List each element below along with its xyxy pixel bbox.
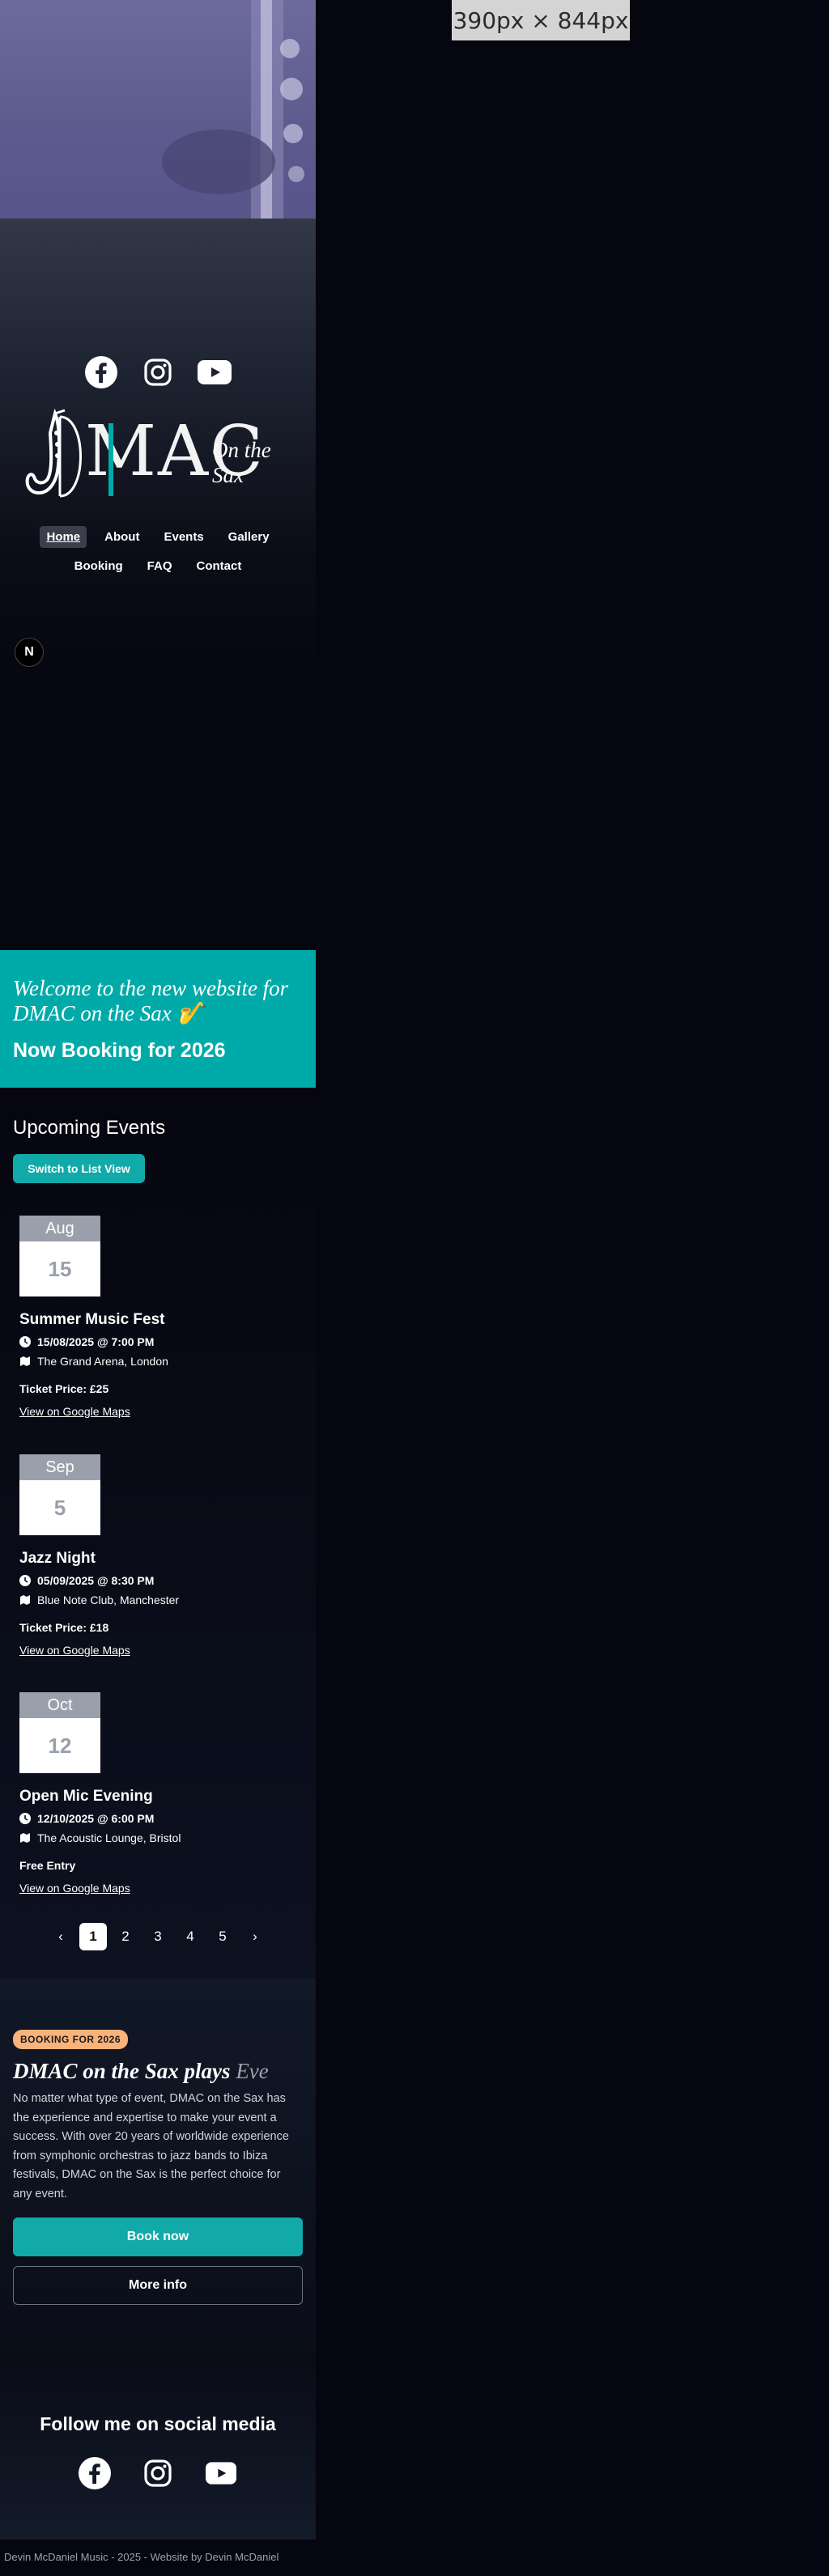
event-name: Open Mic Evening	[19, 1788, 153, 1805]
google-maps-link[interactable]: View on Google Maps	[19, 1644, 130, 1657]
more-info-button[interactable]: More info	[13, 2266, 303, 2305]
event-month: Sep	[19, 1454, 100, 1480]
event-day: 5	[53, 1495, 66, 1520]
pagination-page-3[interactable]: 3	[144, 1923, 172, 1950]
logo-subtitle: On the Sax	[212, 438, 271, 487]
nav-events[interactable]: Events	[157, 526, 210, 548]
event-month: Oct	[19, 1692, 100, 1718]
social-links-top	[0, 354, 316, 390]
event-price: Ticket Price: £25	[19, 1382, 109, 1395]
pagination-page-1[interactable]: 1	[79, 1923, 107, 1950]
map-icon	[20, 1595, 30, 1605]
event-venue: Blue Note Club, Manchester	[37, 1594, 180, 1606]
map-icon	[20, 1356, 30, 1366]
event-name: Summer Music Fest	[19, 1311, 165, 1328]
booking-title: DMAC on the Sax plays Eve	[13, 2059, 269, 2084]
pagination-page-4[interactable]: 4	[176, 1923, 204, 1950]
nav-contact[interactable]: Contact	[190, 555, 249, 577]
nav-about[interactable]: About	[98, 526, 146, 548]
logo-d-letter	[58, 415, 82, 498]
viewport-size-label: 390px × 844px	[452, 0, 630, 40]
event-card: Oct 12 Open Mic Evening 12/10/2025 @ 6:0…	[19, 1692, 303, 1896]
social-media-section: Follow me on social media	[0, 2366, 316, 2540]
pagination-prev[interactable]: ‹	[47, 1923, 74, 1950]
hero-image	[0, 0, 316, 219]
events-title: Upcoming Events	[13, 1117, 166, 1139]
event-venue-row: Blue Note Club, Manchester	[19, 1594, 303, 1606]
pagination-page-2[interactable]: 2	[112, 1923, 139, 1950]
event-datetime: 12/10/2025 @ 6:00 PM	[37, 1812, 155, 1825]
event-name: Jazz Night	[19, 1550, 96, 1567]
clock-icon	[19, 1336, 31, 1347]
event-datetime-row: 15/08/2025 @ 7:00 PM	[19, 1335, 303, 1348]
nav-home[interactable]: Home	[40, 526, 87, 548]
youtube-icon[interactable]	[203, 2455, 239, 2491]
instagram-icon[interactable]	[140, 2455, 176, 2491]
saxophone-photo	[162, 0, 304, 219]
event-date-calendar: Aug 15	[19, 1216, 100, 1296]
switch-to-list-view-button[interactable]: Switch to List View	[13, 1154, 145, 1183]
event-price: Ticket Price: £18	[19, 1621, 109, 1634]
event-card: Sep 5 Jazz Night 05/09/2025 @ 8:30 PM Bl…	[19, 1454, 303, 1658]
nav-gallery[interactable]: Gallery	[222, 526, 276, 548]
event-day: 15	[48, 1256, 72, 1281]
footer-credit: Devin McDaniel Music - 2025 - Website by…	[4, 2551, 279, 2563]
event-day: 12	[48, 1733, 72, 1758]
dev-tools-badge[interactable]: N	[15, 638, 44, 667]
event-venue: The Grand Arena, London	[37, 1355, 168, 1368]
upcoming-events-section: Upcoming Events Switch to List View Aug …	[0, 1088, 316, 1978]
main-nav-row-1: Home About Events Gallery	[0, 526, 316, 548]
instagram-icon[interactable]	[140, 354, 176, 390]
event-datetime-row: 12/10/2025 @ 6:00 PM	[19, 1812, 303, 1825]
map-icon	[20, 1833, 30, 1843]
welcome-title: Welcome to the new website for DMAC on t…	[13, 976, 289, 1025]
pagination-page-5[interactable]: 5	[209, 1923, 236, 1950]
facebook-icon[interactable]	[83, 354, 119, 390]
nav-faq[interactable]: FAQ	[141, 555, 179, 577]
nav-booking[interactable]: Booking	[68, 555, 130, 577]
booking-section: BOOKING FOR 2026 DMAC on the Sax plays E…	[0, 1978, 316, 2366]
events-pagination: ‹ 1 2 3 4 5 ›	[0, 1923, 316, 1950]
site-logo[interactable]: MAC On the Sax	[24, 409, 295, 506]
pagination-next[interactable]: ›	[241, 1923, 269, 1950]
clock-icon	[19, 1575, 31, 1586]
clock-icon	[19, 1813, 31, 1824]
logo-accent-stripe	[108, 423, 113, 496]
booking-year-badge: BOOKING FOR 2026	[13, 2030, 129, 2049]
booking-title-main: DMAC on the Sax plays	[13, 2059, 231, 2083]
event-venue-row: The Grand Arena, London	[19, 1355, 303, 1368]
event-date-calendar: Oct 12	[19, 1692, 100, 1773]
event-month: Aug	[19, 1216, 100, 1241]
main-nav-row-2: Booking FAQ Contact	[0, 555, 316, 577]
event-datetime: 15/08/2025 @ 7:00 PM	[37, 1335, 155, 1348]
book-now-button[interactable]: Book now	[13, 2217, 303, 2256]
facebook-icon[interactable]	[77, 2455, 113, 2491]
google-maps-link[interactable]: View on Google Maps	[19, 1882, 130, 1895]
follow-social-title: Follow me on social media	[40, 2413, 276, 2434]
event-price: Free Entry	[19, 1859, 76, 1872]
site-footer: Devin McDaniel Music - 2025 - Website by…	[0, 2540, 316, 2576]
social-links-bottom	[0, 2455, 316, 2491]
google-maps-link[interactable]: View on Google Maps	[19, 1405, 130, 1418]
booking-description: No matter what type of event, DMAC on th…	[13, 2092, 289, 2200]
event-venue-row: The Acoustic Lounge, Bristol	[19, 1831, 303, 1844]
event-datetime: 05/09/2025 @ 8:30 PM	[37, 1574, 155, 1587]
booking-title-rotating-word: Eve	[236, 2059, 269, 2083]
now-booking-text: Now Booking for 2026	[13, 1039, 226, 1062]
event-venue: The Acoustic Lounge, Bristol	[37, 1831, 181, 1844]
youtube-icon[interactable]	[197, 354, 232, 390]
event-card: Aug 15 Summer Music Fest 15/08/2025 @ 7:…	[19, 1216, 303, 1420]
event-date-calendar: Sep 5	[19, 1454, 100, 1535]
event-datetime-row: 05/09/2025 @ 8:30 PM	[19, 1574, 303, 1587]
welcome-banner: Welcome to the new website for DMAC on t…	[0, 950, 316, 1088]
